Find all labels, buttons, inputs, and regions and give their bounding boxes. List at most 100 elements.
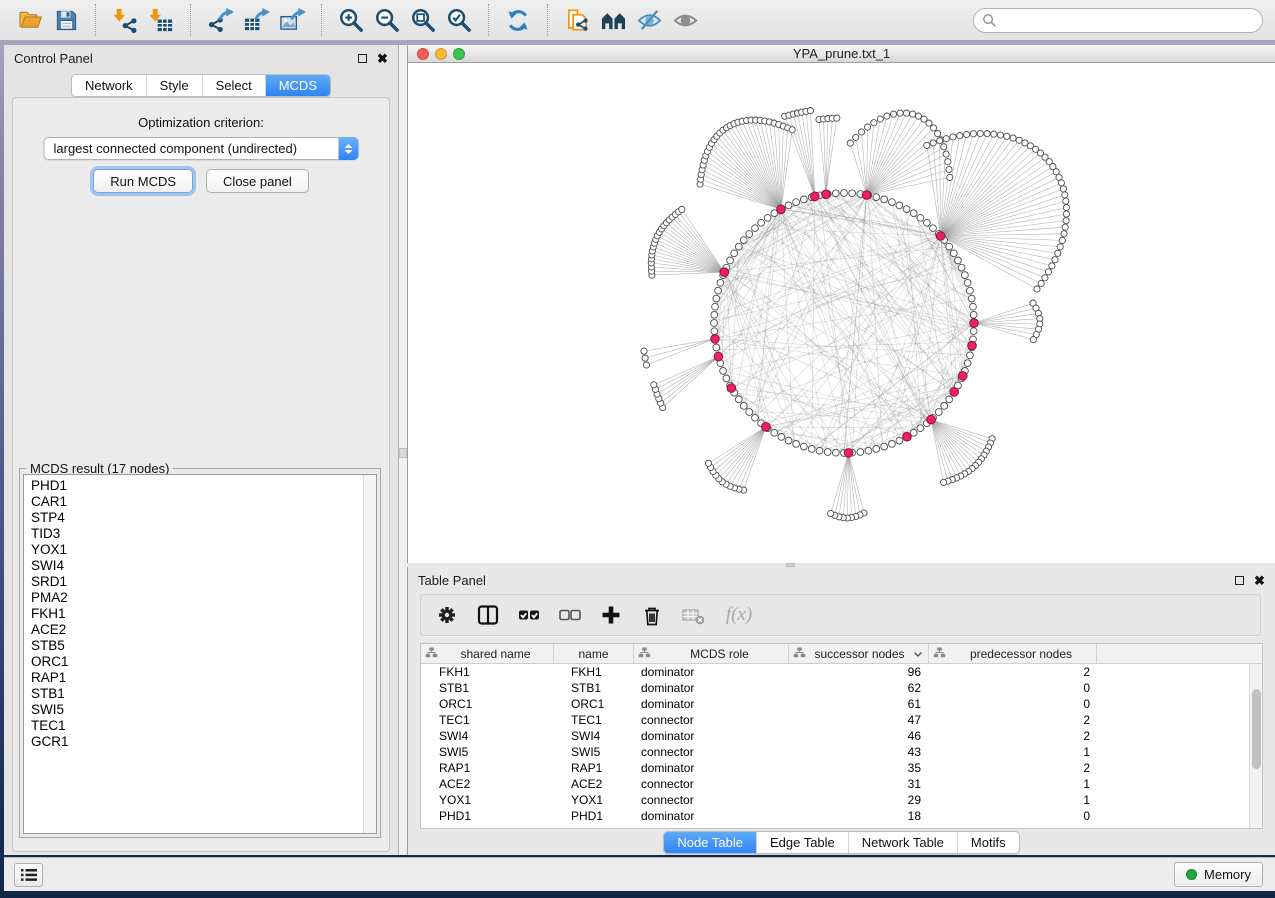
select-all-rows-icon[interactable] [517,603,541,627]
cell-predecessor-nodes[interactable]: 0 [929,809,1097,823]
cell-name[interactable]: SWI4 [554,729,634,743]
import-table-icon[interactable] [143,4,179,36]
control-tab-style[interactable]: Style [146,75,202,96]
cell-predecessor-nodes[interactable]: 0 [929,697,1097,711]
cell-predecessor-nodes[interactable]: 2 [929,761,1097,775]
cell-MCDS-role[interactable]: connector [634,777,789,791]
cell-predecessor-nodes[interactable]: 2 [929,713,1097,727]
hide-graphics-details-icon[interactable] [631,4,667,36]
network-graph[interactable] [408,63,1274,563]
cell-predecessor-nodes[interactable]: 1 [929,777,1097,791]
delete-column-icon[interactable] [640,603,664,627]
cell-predecessor-nodes[interactable]: 0 [929,681,1097,695]
table-row[interactable]: RAP1RAP1dominator352 [421,760,1249,776]
network-canvas[interactable] [408,63,1275,563]
cell-MCDS-role[interactable]: connector [634,745,789,759]
zoom-fit-icon[interactable] [405,4,441,36]
save-session-icon[interactable] [48,4,84,36]
clone-network-icon[interactable] [559,4,595,36]
mcds-result-item[interactable]: TID3 [24,526,376,542]
mcds-result-item[interactable]: STP4 [24,510,376,526]
network-window-titlebar[interactable]: YPA_prune.txt_1 [408,45,1275,63]
cell-shared-name[interactable]: RAP1 [421,761,554,775]
add-column-icon[interactable] [599,603,623,627]
cell-MCDS-role[interactable]: connector [634,713,789,727]
cell-MCDS-role[interactable]: dominator [634,697,789,711]
cell-name[interactable]: FKH1 [554,665,634,679]
table-tab-edge-table[interactable]: Edge Table [756,832,848,853]
control-tab-mcds[interactable]: MCDS [265,75,330,96]
table-scrollbar[interactable] [1249,664,1262,828]
task-history-button[interactable] [14,863,43,887]
close-panel-icon[interactable]: ✖ [1254,575,1265,586]
cell-name[interactable]: ORC1 [554,697,634,711]
column-header-name[interactable]: name [554,644,634,663]
cell-successor-nodes[interactable]: 35 [789,761,929,775]
mcds-result-item[interactable]: STB5 [24,638,376,654]
memory-button[interactable]: Memory [1174,862,1263,887]
table-row[interactable]: SWI5SWI5connector431 [421,744,1249,760]
cell-successor-nodes[interactable]: 47 [789,713,929,727]
import-network-icon[interactable] [107,4,143,36]
search-input[interactable] [973,8,1263,33]
column-header-predecessor-nodes[interactable]: predecessor nodes [929,644,1097,663]
cell-name[interactable]: TEC1 [554,713,634,727]
maximize-window-icon[interactable] [453,48,465,60]
vertical-splitter[interactable] [399,45,407,855]
mcds-result-item[interactable]: SWI5 [24,702,376,718]
cell-predecessor-nodes[interactable]: 1 [929,745,1097,759]
cell-successor-nodes[interactable]: 46 [789,729,929,743]
cell-predecessor-nodes[interactable]: 1 [929,793,1097,807]
mcds-result-item[interactable]: SWI4 [24,558,376,574]
cell-shared-name[interactable]: ACE2 [421,777,554,791]
table-tab-node-table[interactable]: Node Table [664,832,756,853]
mcds-result-item[interactable]: FKH1 [24,606,376,622]
table-row[interactable]: YOX1YOX1connector291 [421,792,1249,808]
cell-predecessor-nodes[interactable]: 2 [929,729,1097,743]
mcds-result-item[interactable]: CAR1 [24,494,376,510]
cell-shared-name[interactable]: SWI5 [421,745,554,759]
close-panel-button[interactable]: Close panel [206,169,309,193]
cell-MCDS-role[interactable]: dominator [634,665,789,679]
cell-name[interactable]: SWI5 [554,745,634,759]
cell-name[interactable]: YOX1 [554,793,634,807]
table-tab-motifs[interactable]: Motifs [957,832,1019,853]
close-panel-icon[interactable]: ✖ [377,53,388,64]
table-row[interactable]: ORC1ORC1dominator610 [421,696,1249,712]
mcds-result-list[interactable]: PHD1CAR1STP4TID3YOX1SWI4SRD1PMA2FKH1ACE2… [23,474,377,834]
splitter-grip[interactable] [399,448,407,458]
minimize-window-icon[interactable] [435,48,447,60]
cell-successor-nodes[interactable]: 62 [789,681,929,695]
mcds-result-item[interactable]: PMA2 [24,590,376,606]
table-row[interactable]: STB1STB1dominator620 [421,680,1249,696]
cell-shared-name[interactable]: TEC1 [421,713,554,727]
cell-MCDS-role[interactable]: dominator [634,729,789,743]
float-panel-icon[interactable] [1234,575,1245,586]
run-mcds-button[interactable]: Run MCDS [93,169,193,193]
table-row[interactable]: TEC1TEC1connector472 [421,712,1249,728]
scrollbar-thumb[interactable] [1252,689,1261,769]
mcds-result-item[interactable]: PHD1 [24,478,376,494]
show-graphics-details-icon[interactable] [667,4,703,36]
cell-successor-nodes[interactable]: 43 [789,745,929,759]
control-tab-select[interactable]: Select [202,75,265,96]
cell-predecessor-nodes[interactable]: 2 [929,665,1097,679]
mcds-result-item[interactable]: RAP1 [24,670,376,686]
result-list-scrollbar[interactable] [363,475,376,833]
cell-name[interactable]: RAP1 [554,761,634,775]
export-network-icon[interactable] [202,4,238,36]
table-row[interactable]: FKH1FKH1dominator962 [421,664,1249,680]
export-table-icon[interactable] [238,4,274,36]
cell-successor-nodes[interactable]: 61 [789,697,929,711]
export-image-icon[interactable] [274,4,310,36]
cell-MCDS-role[interactable]: dominator [634,681,789,695]
cell-name[interactable]: PHD1 [554,809,634,823]
sort-chevron-icon[interactable] [913,647,923,661]
cell-MCDS-role[interactable]: connector [634,793,789,807]
cell-shared-name[interactable]: SWI4 [421,729,554,743]
mcds-result-item[interactable]: ACE2 [24,622,376,638]
cell-MCDS-role[interactable]: dominator [634,761,789,775]
mcds-result-item[interactable]: ORC1 [24,654,376,670]
table-row[interactable]: PHD1PHD1dominator180 [421,808,1249,824]
float-panel-icon[interactable] [357,53,368,64]
